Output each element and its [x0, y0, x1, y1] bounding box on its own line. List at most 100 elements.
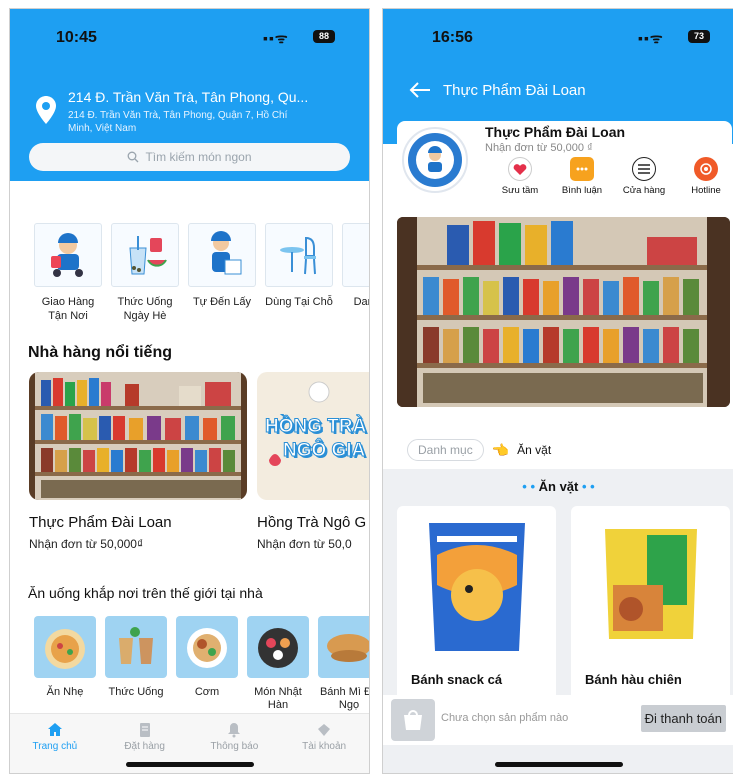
- category-filter: Danh mục 👈 Ăn vặt: [407, 439, 551, 461]
- restaurant-name: Hồng Trà Ngô G: [257, 514, 367, 531]
- home-indicator: [494, 762, 623, 767]
- food-category-japanese-korean[interactable]: Món Nhật Hàn: [247, 616, 309, 712]
- tab-label: Tài khoản: [302, 741, 347, 752]
- food-category-label: Cơm: [194, 686, 220, 698]
- restaurant-min-order: Nhận đơn từ 50,000₫: [29, 537, 144, 551]
- product-card[interactable]: Bánh hàu chiên: [571, 506, 730, 706]
- battery-icon: 73: [688, 30, 710, 43]
- banner-text-2: NGÔ GIA: [282, 440, 366, 462]
- category-delivery[interactable]: Giao Hàng Tận Nơi: [34, 223, 102, 323]
- checkout-button[interactable]: Đi thanh toán: [640, 705, 726, 732]
- category-chip[interactable]: Danh mục: [407, 439, 484, 461]
- signal-wifi-icon: ▪▪ᯤ: [263, 30, 289, 46]
- phone-icon: [694, 157, 718, 181]
- dine-in-illustration: [265, 223, 333, 287]
- search-input[interactable]: Tìm kiếm món ngon: [29, 143, 350, 171]
- action-label: Hotline: [691, 185, 721, 196]
- tab-label: Trang chủ: [32, 741, 78, 752]
- category-label: Danh Ưa: [353, 296, 369, 308]
- list-icon: [632, 157, 656, 181]
- bottom-tab-bar: Trang chủ Đặt hàng Thông báo Tài khoản: [10, 713, 369, 773]
- product-name: Bánh hàu chiên: [585, 672, 682, 687]
- category-label: Dùng Tại Chỗ: [265, 296, 333, 308]
- dots-decoration: • •: [522, 479, 539, 494]
- product-image: [397, 506, 556, 664]
- banner-text-1: HỒNG TRÀ: [264, 416, 367, 438]
- japanese-korean-image: [247, 616, 309, 678]
- back-arrow-icon[interactable]: [409, 81, 431, 99]
- action-label: Cửa hàng: [622, 185, 666, 196]
- battery-icon: 88: [313, 30, 335, 43]
- shop-min-order: Nhận đơn từ 50,000 ₫: [485, 142, 593, 154]
- food-category-label: Bánh Mì Đồ Ngọ: [319, 686, 369, 711]
- search-icon: [128, 151, 139, 163]
- tab-label: Đặt hàng: [124, 741, 165, 752]
- restaurant-card[interactable]: Thực Phẩm Đài Loan Nhận đơn từ 50,000₫: [29, 372, 247, 551]
- restaurant-image: [29, 372, 247, 500]
- tab-home[interactable]: Trang chủ: [10, 714, 100, 773]
- shop-info-card: Thực Phẩm Đài Loan Nhận đơn từ 50,000 ₫ …: [397, 121, 732, 211]
- category-label: Thức Uống Ngày Hè: [117, 296, 173, 322]
- restaurant-name: Thực Phẩm Đài Loan: [29, 514, 172, 531]
- delivery-illustration: [34, 223, 102, 287]
- service-categories: Giao Hàng Tận Nơi Thức Uống Ngày Hè Tự Đ…: [34, 223, 369, 323]
- world-food-title: Ăn uống khắp nơi trên thế giới tại nhà: [28, 585, 263, 601]
- tab-label: Thông báo: [210, 741, 259, 752]
- selected-category[interactable]: Ăn vặt: [517, 443, 551, 457]
- food-category-label: Món Nhật Hàn: [254, 686, 302, 711]
- shop-banner-image: [397, 217, 730, 407]
- favorite-button[interactable]: Sưu tầm: [489, 157, 551, 196]
- search-placeholder: Tìm kiếm món ngon: [145, 150, 252, 164]
- category-summer-drinks[interactable]: Thức Uống Ngày Hè: [111, 223, 179, 323]
- restaurant-card[interactable]: HỒNG TRÀ NGÔ GIA Hồng Trà Ngô G Nhận đơn…: [257, 372, 369, 551]
- home-screen: 10:45 ▪▪ᯤ 88 214 Đ. Trần Văn Trà, Tân Ph…: [9, 8, 370, 774]
- cart-bar: Chưa chọn sản phẩm nào Đi thanh toán: [383, 695, 733, 745]
- signal-wifi-icon: ▪▪ᯤ: [638, 30, 664, 46]
- food-categories: Ăn Nhẹ Thức Uống Cơm Món Nhật Hàn Bánh M…: [34, 616, 369, 712]
- category-pickup[interactable]: Tự Đến Lấy: [188, 223, 256, 323]
- product-card[interactable]: Bánh snack cá: [397, 506, 556, 706]
- shopping-bag-icon[interactable]: [391, 699, 435, 741]
- home-icon: [47, 723, 62, 736]
- hand-emoji-icon: 👈: [491, 441, 510, 458]
- shop-screen: 16:56 ▪▪ᯤ 73 Thực Phẩm Đài Loan Thực Phẩ…: [382, 8, 733, 774]
- status-bar: 10:45 ▪▪ᯤ 88: [10, 9, 369, 61]
- food-category-bread[interactable]: Bánh Mì Đồ Ngọ: [318, 616, 369, 712]
- hotline-button[interactable]: Hotline: [675, 157, 733, 196]
- favorites-illustration: [342, 223, 369, 287]
- heart-icon: [508, 157, 532, 181]
- bread-image: [318, 616, 369, 678]
- pickup-illustration: [188, 223, 256, 287]
- snack-image: [34, 616, 96, 678]
- food-category-rice[interactable]: Cơm: [176, 616, 238, 712]
- shop-actions: Sưu tầm Bình luận Cửa hàng Hotline: [489, 157, 733, 196]
- bell-icon: [228, 723, 241, 738]
- status-time: 10:45: [56, 29, 97, 46]
- category-label: Giao Hàng Tận Nơi: [41, 296, 95, 322]
- cart-empty-text: Chưa chọn sản phẩm nào: [441, 712, 569, 724]
- category-dine-in[interactable]: Dùng Tại Chỗ: [265, 223, 333, 323]
- restaurant-image: HỒNG TRÀ NGÔ GIA: [257, 372, 369, 500]
- action-label: Bình luận: [561, 185, 603, 196]
- drinks-image: [105, 616, 167, 678]
- order-icon: [139, 723, 150, 737]
- address-main[interactable]: 214 Đ. Trần Văn Trà, Tân Phong, Qu...: [68, 89, 308, 105]
- account-icon: [318, 724, 331, 736]
- comments-button[interactable]: Bình luận: [551, 157, 613, 196]
- home-indicator: [125, 762, 254, 767]
- action-label: Sưu tầm: [501, 185, 539, 196]
- category-favorites[interactable]: Danh Ưa: [342, 223, 369, 323]
- drinks-illustration: [111, 223, 179, 287]
- section-title: Ăn vặt: [538, 479, 579, 494]
- location-pin-icon[interactable]: [35, 95, 57, 125]
- food-category-drinks[interactable]: Thức Uống: [105, 616, 167, 712]
- rice-image: [176, 616, 238, 678]
- status-time: 16:56: [432, 29, 473, 46]
- shop-logo: [402, 127, 468, 193]
- tab-account[interactable]: Tài khoản: [279, 714, 369, 773]
- product-image: [571, 506, 730, 664]
- store-button[interactable]: Cửa hàng: [613, 157, 675, 196]
- shop-name: Thực Phẩm Đài Loan: [485, 124, 626, 140]
- food-category-label: Ăn Nhẹ: [46, 686, 84, 698]
- food-category-snack[interactable]: Ăn Nhẹ: [34, 616, 96, 712]
